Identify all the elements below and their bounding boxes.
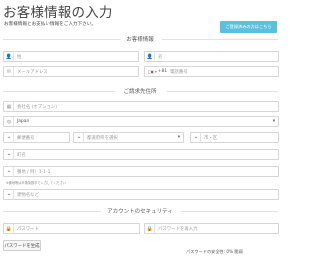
map-marker-icon: ⌖	[75, 133, 84, 142]
country-select[interactable]: ◍ Japan ▾	[3, 116, 279, 127]
map-marker-icon: ⌖	[5, 150, 14, 159]
customer-info-heading: お客様情報	[0, 35, 280, 43]
lock-icon: 🔒	[146, 224, 155, 233]
existing-customer-login-button[interactable]: ご登録済みの方はこちら	[220, 21, 277, 33]
map-marker-icon: ⌖	[192, 133, 201, 142]
dial-code: +81	[157, 69, 168, 74]
password-confirm-field[interactable]: 🔒 パスワードを再入力	[144, 223, 279, 234]
divider	[181, 211, 278, 212]
last-name-field[interactable]: 👤 姓	[3, 51, 139, 62]
password-strength-text: パスワードの安全性: 0% 脆弱	[186, 249, 243, 254]
envelope-icon: ✉	[5, 67, 14, 76]
map-marker-icon: ⌖	[5, 167, 14, 176]
street-address-field[interactable]: ⌖ 番地 / 例）1-1-1	[3, 166, 279, 177]
street-hint: ※番地等は半角英数字で入力してください	[6, 181, 66, 185]
lock-icon: 🔒	[5, 224, 14, 233]
map-marker-icon: ⌖	[5, 190, 14, 199]
map-marker-icon: ⌖	[5, 133, 14, 142]
divider	[167, 91, 278, 92]
page-title: お客様情報の入力	[3, 5, 113, 21]
prefecture-select[interactable]: ⌖ 都道府県を選択 ▾	[73, 132, 184, 143]
chevron-down-icon: ▾	[272, 119, 275, 124]
billing-address-heading: ご請求先住所	[0, 87, 280, 95]
postal-code-field[interactable]: ⌖ 郵便番号	[3, 132, 70, 143]
user-icon: 👤	[146, 52, 155, 61]
chevron-down-icon: ▾	[177, 135, 180, 140]
generate-password-button[interactable]: パスワードを生成	[3, 240, 41, 251]
japan-flag-icon[interactable]	[148, 69, 154, 74]
city-field[interactable]: ⌖ 市・区	[190, 132, 279, 143]
email-field[interactable]: ✉ メールアドレス	[3, 66, 139, 77]
town-field[interactable]: ⌖ 町名	[3, 149, 279, 160]
account-security-heading: アカウントのセキュリティ	[0, 207, 280, 215]
globe-icon: ◍	[5, 117, 14, 126]
divider	[162, 39, 278, 40]
chevron-down-icon[interactable]: ▾	[155, 70, 157, 74]
building-field[interactable]: ⌖ 建物名など	[3, 189, 279, 200]
first-name-field[interactable]: 👤 名	[144, 51, 279, 62]
password-field[interactable]: 🔒 パスワード	[3, 223, 140, 234]
building-icon: ▦	[5, 102, 14, 111]
phone-field[interactable]: ▾ +81 電話番号	[144, 66, 279, 77]
company-field[interactable]: ▦ 会社名 (オプション)	[3, 101, 279, 112]
intro-text: お客様情報とお支払い情報をご入力下さい。	[4, 22, 96, 27]
user-icon: 👤	[5, 52, 14, 61]
